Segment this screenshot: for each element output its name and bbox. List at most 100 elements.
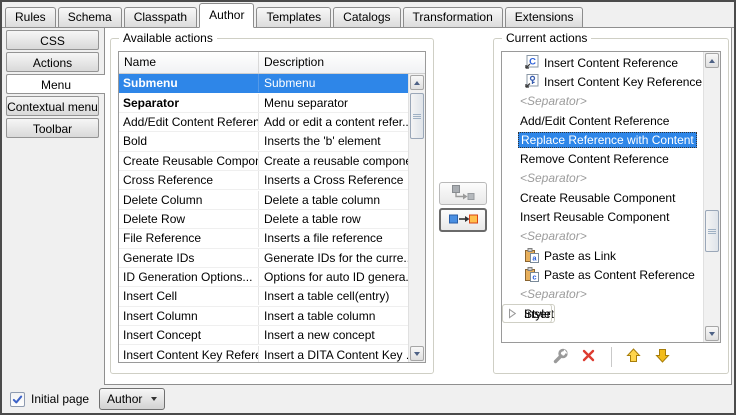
remove-action-button[interactable] bbox=[579, 347, 599, 367]
cell-name: Insert Content Key Refere... bbox=[119, 346, 259, 362]
tab-catalogs[interactable]: Catalogs bbox=[333, 7, 400, 27]
add-action-icon bbox=[448, 213, 478, 228]
move-down-button[interactable] bbox=[653, 347, 673, 367]
move-up-button[interactable] bbox=[624, 347, 644, 367]
scroll-up-button[interactable] bbox=[705, 53, 719, 68]
table-row[interactable]: File ReferenceInserts a file reference bbox=[119, 229, 408, 248]
tree-item-insert-content-reference[interactable]: CInsert Content Reference bbox=[502, 53, 703, 72]
table-vertical-scrollbar[interactable] bbox=[408, 74, 425, 362]
tab-extensions[interactable]: Extensions bbox=[505, 7, 584, 27]
tree-item-add-edit-content-reference[interactable]: Add/Edit Content Reference bbox=[502, 111, 703, 130]
table-row[interactable]: Add/Edit Content ReferenceAdd or edit a … bbox=[119, 113, 408, 132]
scroll-down-button[interactable] bbox=[410, 346, 424, 361]
table-row[interactable]: Delete ColumnDelete a table column bbox=[119, 190, 408, 209]
table-row[interactable]: ID Generation Options...Options for auto… bbox=[119, 268, 408, 287]
initial-page-label: Initial page bbox=[31, 392, 89, 406]
footer-bar: Initial page Author bbox=[2, 385, 734, 413]
current-actions-title: Current actions bbox=[502, 31, 591, 45]
scroll-up-button[interactable] bbox=[410, 75, 424, 90]
table-row[interactable]: Insert Content Key Refere...Insert a DIT… bbox=[119, 345, 408, 362]
thumb-grip-icon bbox=[708, 231, 716, 232]
cell-description: Create a reusable compone... bbox=[259, 152, 408, 170]
cell-description: Generate IDs for the curre... bbox=[259, 249, 408, 267]
column-header-name[interactable]: Name bbox=[119, 52, 259, 73]
tree-item-paste-as-content-reference[interactable]: cPaste as Content Reference bbox=[502, 265, 703, 284]
tree-item-create-reusable-component[interactable]: Create Reusable Component bbox=[502, 188, 703, 207]
cell-description: Inserts a file reference bbox=[259, 229, 408, 247]
add-as-submenu-button[interactable] bbox=[439, 182, 487, 205]
expander-icon[interactable] bbox=[508, 308, 517, 319]
table-row[interactable]: Insert ColumnInsert a table column bbox=[119, 307, 408, 326]
add-action-button[interactable] bbox=[439, 208, 487, 232]
scrollbar-thumb[interactable] bbox=[410, 93, 424, 139]
cell-description: Delete a table column bbox=[259, 191, 408, 209]
table-row[interactable]: SubmenuSubmenu bbox=[119, 74, 408, 93]
current-actions-tree: CInsert Content ReferenceInsert Content … bbox=[501, 51, 721, 343]
tree-item-label: Insert Reusable Component bbox=[520, 210, 669, 224]
cell-name: ID Generation Options... bbox=[119, 268, 259, 286]
table-row[interactable]: Insert ConceptInsert a new concept bbox=[119, 326, 408, 345]
tree-item-replace-reference-with-content[interactable]: Replace Reference with Content bbox=[502, 130, 703, 149]
top-tab-bar: RulesSchemaClasspathAuthorTemplatesCatal… bbox=[2, 2, 734, 28]
cell-name: Create Reusable Component bbox=[119, 152, 259, 170]
tree-toolbar bbox=[494, 345, 728, 369]
table-row[interactable]: Delete RowDelete a table row bbox=[119, 210, 408, 229]
tree-item-label: <Separator> bbox=[520, 229, 587, 243]
table-row[interactable]: Insert CellInsert a table cell(entry) bbox=[119, 287, 408, 306]
tree-separator[interactable]: <Separator> bbox=[502, 92, 703, 111]
edit-action-button[interactable] bbox=[550, 347, 570, 367]
cell-description: Submenu bbox=[259, 74, 408, 92]
scrollbar-thumb[interactable] bbox=[705, 210, 719, 252]
tree-group-style[interactable]: Style bbox=[502, 304, 552, 323]
tab-templates[interactable]: Templates bbox=[256, 7, 331, 27]
sidebar-item-toolbar[interactable]: Toolbar bbox=[6, 118, 99, 138]
chevron-down-icon bbox=[151, 397, 157, 401]
available-actions-group: Available actions NameDescription Submen… bbox=[110, 38, 434, 374]
available-actions-table: NameDescription SubmenuSubmenuSeparatorM… bbox=[118, 51, 426, 363]
tree-item-label: <Separator> bbox=[520, 171, 587, 185]
delete-x-icon bbox=[581, 348, 596, 366]
tab-transformation[interactable]: Transformation bbox=[403, 7, 503, 27]
tab-schema[interactable]: Schema bbox=[58, 7, 122, 27]
tree-item-insert-content-key-reference[interactable]: Insert Content Key Reference bbox=[502, 72, 703, 91]
tree-separator[interactable]: <Separator> bbox=[502, 285, 703, 304]
initial-page-checkbox[interactable] bbox=[10, 392, 25, 407]
table-row[interactable]: Create Reusable ComponentCreate a reusab… bbox=[119, 152, 408, 171]
sidebar-item-css[interactable]: CSS bbox=[6, 30, 99, 50]
table-row[interactable]: BoldInserts the 'b' element bbox=[119, 132, 408, 151]
table-row[interactable]: Generate IDsGenerate IDs for the curre..… bbox=[119, 249, 408, 268]
tree-separator[interactable]: <Separator> bbox=[502, 227, 703, 246]
initial-page-dropdown[interactable]: Author bbox=[99, 388, 165, 410]
tab-author[interactable]: Author bbox=[199, 3, 254, 28]
available-actions-title: Available actions bbox=[119, 31, 217, 45]
tree-item-label: <Separator> bbox=[520, 94, 587, 108]
sidebar-item-actions[interactable]: Actions bbox=[6, 52, 99, 72]
table-row[interactable]: Cross ReferenceInserts a Cross Reference bbox=[119, 171, 408, 190]
cell-description: Delete a table row bbox=[259, 210, 408, 228]
table-row[interactable]: SeparatorMenu separator bbox=[119, 93, 408, 112]
tree-item-paste-as-link[interactable]: aPaste as Link bbox=[502, 246, 703, 265]
author-sidebar-tabs: CSSActionsMenuContextual menuToolbar bbox=[2, 28, 105, 385]
sidebar-item-contextual-menu[interactable]: Contextual menu bbox=[6, 96, 99, 116]
tree-item-insert-reusable-component[interactable]: Insert Reusable Component bbox=[502, 207, 703, 226]
scroll-down-button[interactable] bbox=[705, 326, 719, 341]
cell-description: Insert a new concept bbox=[259, 326, 408, 344]
cell-name: Bold bbox=[119, 132, 259, 150]
up-arrow-icon bbox=[709, 59, 715, 63]
tree-item-remove-content-reference[interactable]: Remove Content Reference bbox=[502, 149, 703, 168]
sidebar-item-menu[interactable]: Menu bbox=[6, 74, 105, 94]
tab-classpath[interactable]: Classpath bbox=[124, 7, 197, 27]
dropdown-value: Author bbox=[107, 392, 142, 406]
cell-description: Inserts the 'b' element bbox=[259, 132, 408, 150]
tree-vertical-scrollbar[interactable] bbox=[703, 52, 720, 342]
tree-separator[interactable]: <Separator> bbox=[502, 169, 703, 188]
tree-items: CInsert Content ReferenceInsert Content … bbox=[502, 53, 703, 342]
toolbar-divider bbox=[611, 347, 612, 367]
tree-item-label: Add/Edit Content Reference bbox=[520, 114, 669, 128]
tab-rules[interactable]: Rules bbox=[5, 7, 56, 27]
cell-description: Add or edit a content refer... bbox=[259, 113, 408, 131]
column-header-description[interactable]: Description bbox=[259, 52, 425, 73]
current-actions-group: Current actions CInsert Content Referenc… bbox=[493, 38, 729, 374]
cell-name: File Reference bbox=[119, 229, 259, 247]
cell-description: Insert a table cell(entry) bbox=[259, 287, 408, 305]
